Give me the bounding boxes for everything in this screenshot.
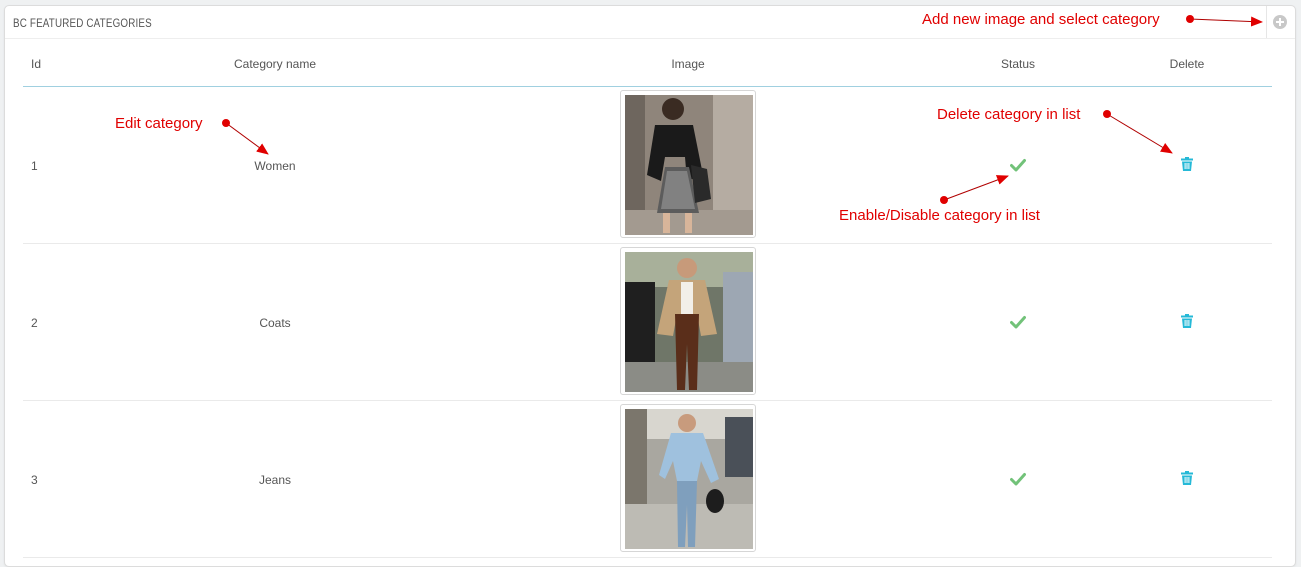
annotation-edit: Edit category xyxy=(115,115,203,132)
annotation-toggle: Enable/Disable category in list xyxy=(839,207,1040,224)
row-id: 2 xyxy=(31,316,38,330)
column-header-status: Status xyxy=(1000,57,1036,71)
column-header-image: Image xyxy=(671,57,705,71)
status-check-icon[interactable] xyxy=(1010,472,1026,486)
delete-trash-icon[interactable] xyxy=(1181,314,1193,328)
row-divider xyxy=(23,557,1272,558)
row-id: 3 xyxy=(31,473,38,487)
category-name-link[interactable]: Women xyxy=(254,159,295,173)
column-header-category-name: Category name xyxy=(233,57,317,71)
annotation-add: Add new image and select category xyxy=(922,11,1160,28)
category-image[interactable] xyxy=(620,90,756,238)
panel-title: BC FEATURED CATEGORIES xyxy=(13,16,152,30)
annotation-delete: Delete category in list xyxy=(937,106,1081,123)
column-header-id: Id xyxy=(31,57,42,71)
add-new-icon[interactable] xyxy=(1273,15,1287,29)
delete-trash-icon[interactable] xyxy=(1181,157,1193,171)
status-check-icon[interactable] xyxy=(1010,315,1026,329)
status-check-icon[interactable] xyxy=(1010,158,1026,172)
category-image[interactable] xyxy=(620,247,756,395)
category-image[interactable] xyxy=(620,404,756,552)
delete-trash-icon[interactable] xyxy=(1181,471,1193,485)
category-name-link[interactable]: Jeans xyxy=(259,473,291,487)
column-header-delete: Delete xyxy=(1169,57,1205,71)
row-id: 1 xyxy=(31,159,38,173)
category-name-link[interactable]: Coats xyxy=(259,316,290,330)
toolbar-separator xyxy=(1266,6,1267,38)
